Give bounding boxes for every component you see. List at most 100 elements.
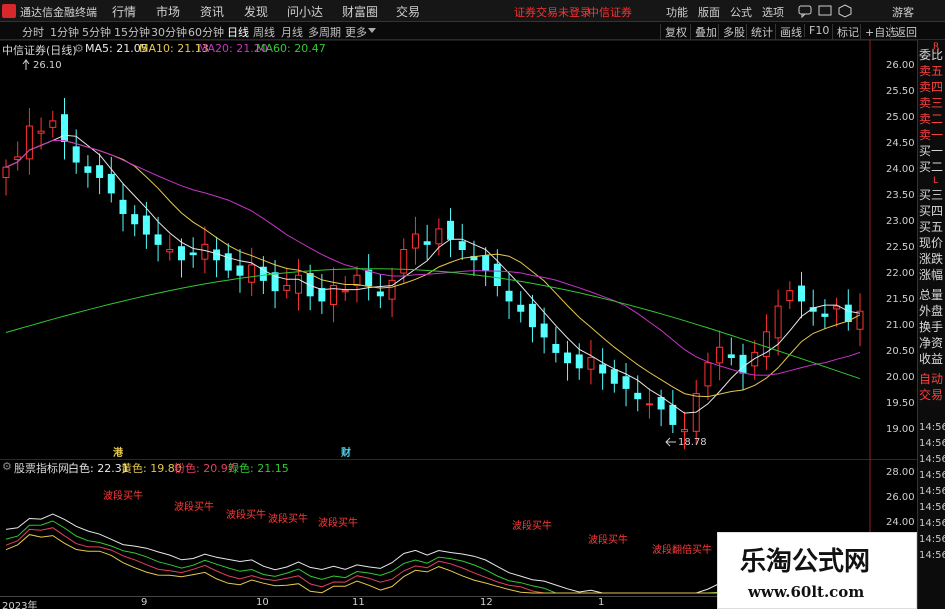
side-sell1[interactable]: 卖一 <box>919 128 945 142</box>
candle-body[interactable] <box>201 243 209 260</box>
gear-icon[interactable]: ⚙ <box>2 460 12 473</box>
side-turnover[interactable]: 换手 <box>919 320 945 334</box>
candle-body[interactable] <box>376 291 384 297</box>
menu-faxian[interactable]: 发现 <box>244 3 268 20</box>
candle-body[interactable] <box>505 290 513 302</box>
stock-title[interactable]: 中信证券(日线) <box>2 42 77 58</box>
menu-xuanxiang[interactable]: 选项 <box>762 4 784 20</box>
tab-more[interactable]: 更多 <box>345 24 367 40</box>
tab-30min[interactable]: 30分钟 <box>151 24 187 40</box>
candle-body[interactable] <box>2 166 10 178</box>
candle-body[interactable] <box>599 364 607 374</box>
tool-tongji[interactable]: 统计 <box>746 24 773 40</box>
side-buy5[interactable]: 买五 <box>919 220 945 234</box>
side-sell3[interactable]: 卖三 <box>919 96 945 110</box>
tab-60min[interactable]: 60分钟 <box>188 24 224 40</box>
menu-banmian[interactable]: 版面 <box>698 4 720 20</box>
candle-body[interactable] <box>72 146 80 163</box>
event-marker-finance[interactable]: 财 <box>341 444 351 459</box>
candle-body[interactable] <box>60 114 68 142</box>
side-eps[interactable]: 收益 <box>919 352 945 366</box>
candle-body[interactable] <box>774 305 782 339</box>
candle-body[interactable] <box>353 274 361 286</box>
candle-body[interactable] <box>727 354 735 359</box>
menu-shichang[interactable]: 市场 <box>156 3 180 20</box>
candle-body[interactable] <box>388 279 396 300</box>
candle-body[interactable] <box>365 269 373 287</box>
candle-body[interactable] <box>798 285 806 302</box>
menu-jiaoyi[interactable]: 交易 <box>396 3 420 20</box>
candle-body[interactable] <box>669 404 677 425</box>
menu-caifuquan[interactable]: 财富圈 <box>342 3 378 20</box>
gear-icon[interactable]: ⚙ <box>74 42 84 55</box>
candle-body[interactable] <box>341 290 349 293</box>
candle-body[interactable] <box>166 249 174 253</box>
candle-body[interactable] <box>645 403 653 406</box>
side-sell5[interactable]: 卖五 <box>919 64 945 78</box>
candle-body[interactable] <box>634 392 642 400</box>
tool-diejia[interactable]: 叠加 <box>690 24 717 40</box>
candle-body[interactable] <box>540 323 548 338</box>
candle-body[interactable] <box>575 354 583 369</box>
candle-body[interactable] <box>96 165 104 178</box>
candle-body[interactable] <box>517 304 525 312</box>
broker-name[interactable]: 中信证券 <box>588 4 632 20</box>
candle-body[interactable] <box>716 346 724 364</box>
candle-body[interactable] <box>131 214 139 225</box>
tool-back[interactable]: 返回 <box>890 24 917 40</box>
tool-fuquan[interactable]: 复权 <box>660 24 687 40</box>
tab-multi-period[interactable]: 多周期 <box>308 24 341 40</box>
candle-body[interactable] <box>25 125 33 160</box>
side-change[interactable]: 涨跌 <box>919 252 945 266</box>
cube-icon[interactable] <box>838 4 852 18</box>
tool-f10[interactable]: F10 <box>804 24 829 37</box>
side-change-pct[interactable]: 涨幅 <box>919 268 945 282</box>
tab-5min[interactable]: 5分钟 <box>82 24 111 40</box>
tab-fenshi[interactable]: 分时 <box>22 24 44 40</box>
menu-hangqing[interactable]: 行情 <box>112 3 136 20</box>
candle-body[interactable] <box>37 130 45 134</box>
candle-body[interactable] <box>189 252 197 256</box>
candle-body[interactable] <box>681 429 689 433</box>
candle-body[interactable] <box>564 352 572 364</box>
candle-body[interactable] <box>84 166 92 173</box>
broker-login-warning[interactable]: 证券交易未登录 <box>514 4 591 20</box>
candle-body[interactable] <box>224 253 232 271</box>
screen-icon[interactable] <box>818 4 832 18</box>
candle-body[interactable] <box>423 241 431 245</box>
candle-body[interactable] <box>622 376 630 389</box>
tool-biaoji[interactable]: 标记 <box>832 24 859 40</box>
tab-daily[interactable]: 日线 <box>227 24 249 40</box>
menu-gongshi[interactable]: 公式 <box>730 4 752 20</box>
candle-body[interactable] <box>294 274 302 294</box>
side-buy2[interactable]: 买二 <box>919 160 945 174</box>
candle-body[interactable] <box>411 233 419 249</box>
tab-1min[interactable]: 1分钟 <box>50 24 79 40</box>
side-weibi[interactable]: 委比 <box>919 48 945 62</box>
menu-gongneng[interactable]: 功能 <box>666 4 688 20</box>
candle-body[interactable] <box>213 249 221 261</box>
side-sell4[interactable]: 卖四 <box>919 80 945 94</box>
candle-body[interactable] <box>435 228 443 245</box>
tool-huaxian[interactable]: 画线 <box>775 24 802 40</box>
candle-body[interactable] <box>704 362 712 387</box>
menu-zixun[interactable]: 资讯 <box>200 3 224 20</box>
tab-weekly[interactable]: 周线 <box>253 24 275 40</box>
candle-body[interactable] <box>739 354 747 374</box>
candle-body[interactable] <box>552 344 560 353</box>
candle-body[interactable] <box>458 241 466 251</box>
side-price[interactable]: 现价 <box>919 236 945 250</box>
tab-15min[interactable]: 15分钟 <box>114 24 150 40</box>
candlestick-chart[interactable]: 26.10 18.78 <box>0 40 917 459</box>
candle-body[interactable] <box>856 310 864 330</box>
candle-body[interactable] <box>482 255 490 271</box>
side-trade[interactable]: 交易 <box>919 388 945 402</box>
candle-body[interactable] <box>248 264 256 283</box>
candle-body[interactable] <box>493 263 501 287</box>
candle-body[interactable] <box>318 288 326 302</box>
candle-body[interactable] <box>154 234 162 245</box>
tab-monthly[interactable]: 月线 <box>281 24 303 40</box>
panel-corner-l[interactable]: L <box>933 176 938 186</box>
candle-body[interactable] <box>528 303 536 328</box>
side-buy1[interactable]: 买一 <box>919 144 945 158</box>
